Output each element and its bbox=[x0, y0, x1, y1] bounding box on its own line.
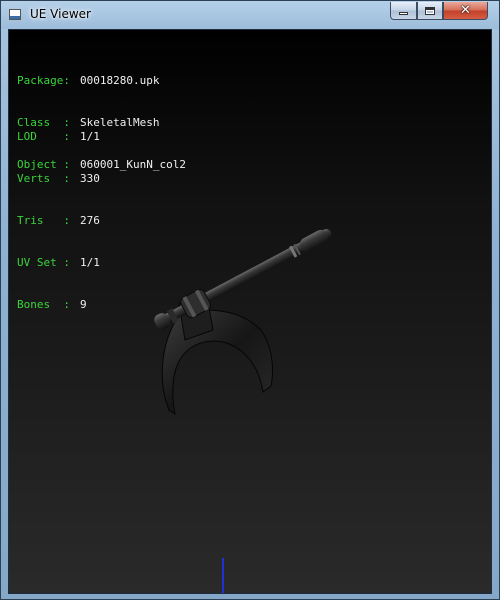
maximize-icon bbox=[425, 6, 435, 15]
app-icon bbox=[9, 9, 21, 20]
maximize-button[interactable] bbox=[417, 2, 443, 20]
app-window: UE Viewer ✕ Package: 00018280.upk Class :… bbox=[0, 0, 500, 600]
title-bar[interactable]: UE Viewer ✕ bbox=[1, 1, 499, 29]
minimize-button[interactable] bbox=[390, 2, 417, 20]
close-icon: ✕ bbox=[460, 3, 471, 18]
window-title: UE Viewer bbox=[30, 7, 91, 21]
z-axis-line bbox=[222, 558, 224, 593]
skeletal-mesh-model[interactable] bbox=[9, 30, 492, 594]
3d-viewport[interactable]: Package: 00018280.upk Class : SkeletalMesh… bbox=[8, 29, 492, 594]
close-button[interactable]: ✕ bbox=[443, 2, 488, 20]
minimize-icon bbox=[399, 12, 408, 15]
fork-shape bbox=[161, 309, 274, 416]
